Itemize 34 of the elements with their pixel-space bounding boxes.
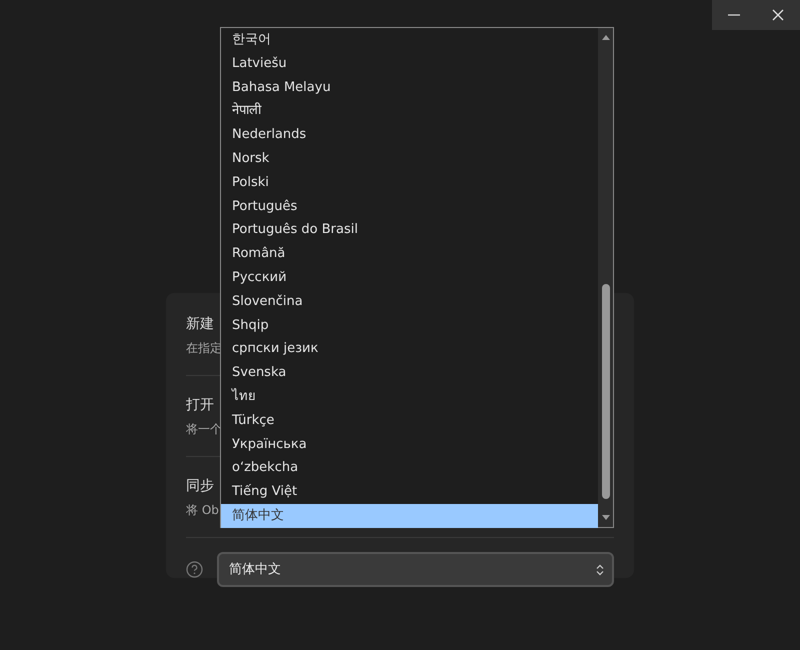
language-option[interactable]: Русский <box>221 266 598 290</box>
language-option[interactable]: Slovenčina <box>221 290 598 314</box>
close-icon <box>772 9 784 21</box>
setting-description: 将 Ob <box>186 502 219 519</box>
language-option[interactable]: Norsk <box>221 146 598 171</box>
language-option[interactable]: Shqip <box>221 314 598 338</box>
language-option[interactable]: नेपाली <box>221 99 598 124</box>
language-option[interactable]: Português <box>221 194 598 218</box>
chevron-updown-icon <box>596 564 604 576</box>
setting-description: 将一个 <box>186 421 222 438</box>
language-option[interactable]: Svenska <box>221 361 598 385</box>
language-option[interactable]: Türkçe <box>221 408 598 433</box>
language-select[interactable]: 简体中文 <box>217 552 614 587</box>
language-option[interactable]: Polski <box>221 170 598 195</box>
help-icon[interactable] <box>186 561 203 578</box>
language-option[interactable]: Tiếng Việt <box>221 480 598 504</box>
language-option[interactable]: 한국어 <box>221 28 598 52</box>
language-option[interactable]: Português do Brasil <box>221 218 598 242</box>
scrollbar[interactable] <box>598 28 613 527</box>
language-option[interactable]: Українська <box>221 432 598 456</box>
language-option[interactable]: ไทย <box>221 384 598 409</box>
language-option[interactable]: o‘zbekcha <box>221 456 598 480</box>
scroll-down-icon[interactable] <box>600 514 610 522</box>
language-option[interactable]: 简体中文 <box>221 504 598 528</box>
scrollbar-thumb[interactable] <box>602 284 610 499</box>
scroll-up-icon[interactable] <box>600 33 610 41</box>
language-option[interactable]: Nederlands <box>221 123 598 147</box>
language-option[interactable]: Română <box>221 242 598 266</box>
setting-title: 新建 <box>186 315 214 334</box>
language-option[interactable]: Latviešu <box>221 52 598 76</box>
language-option[interactable]: Bahasa Melayu <box>221 76 598 100</box>
language-option[interactable]: српски језик <box>221 337 598 362</box>
setting-title: 同步 <box>186 477 214 496</box>
setting-title: 打开 <box>186 396 214 415</box>
